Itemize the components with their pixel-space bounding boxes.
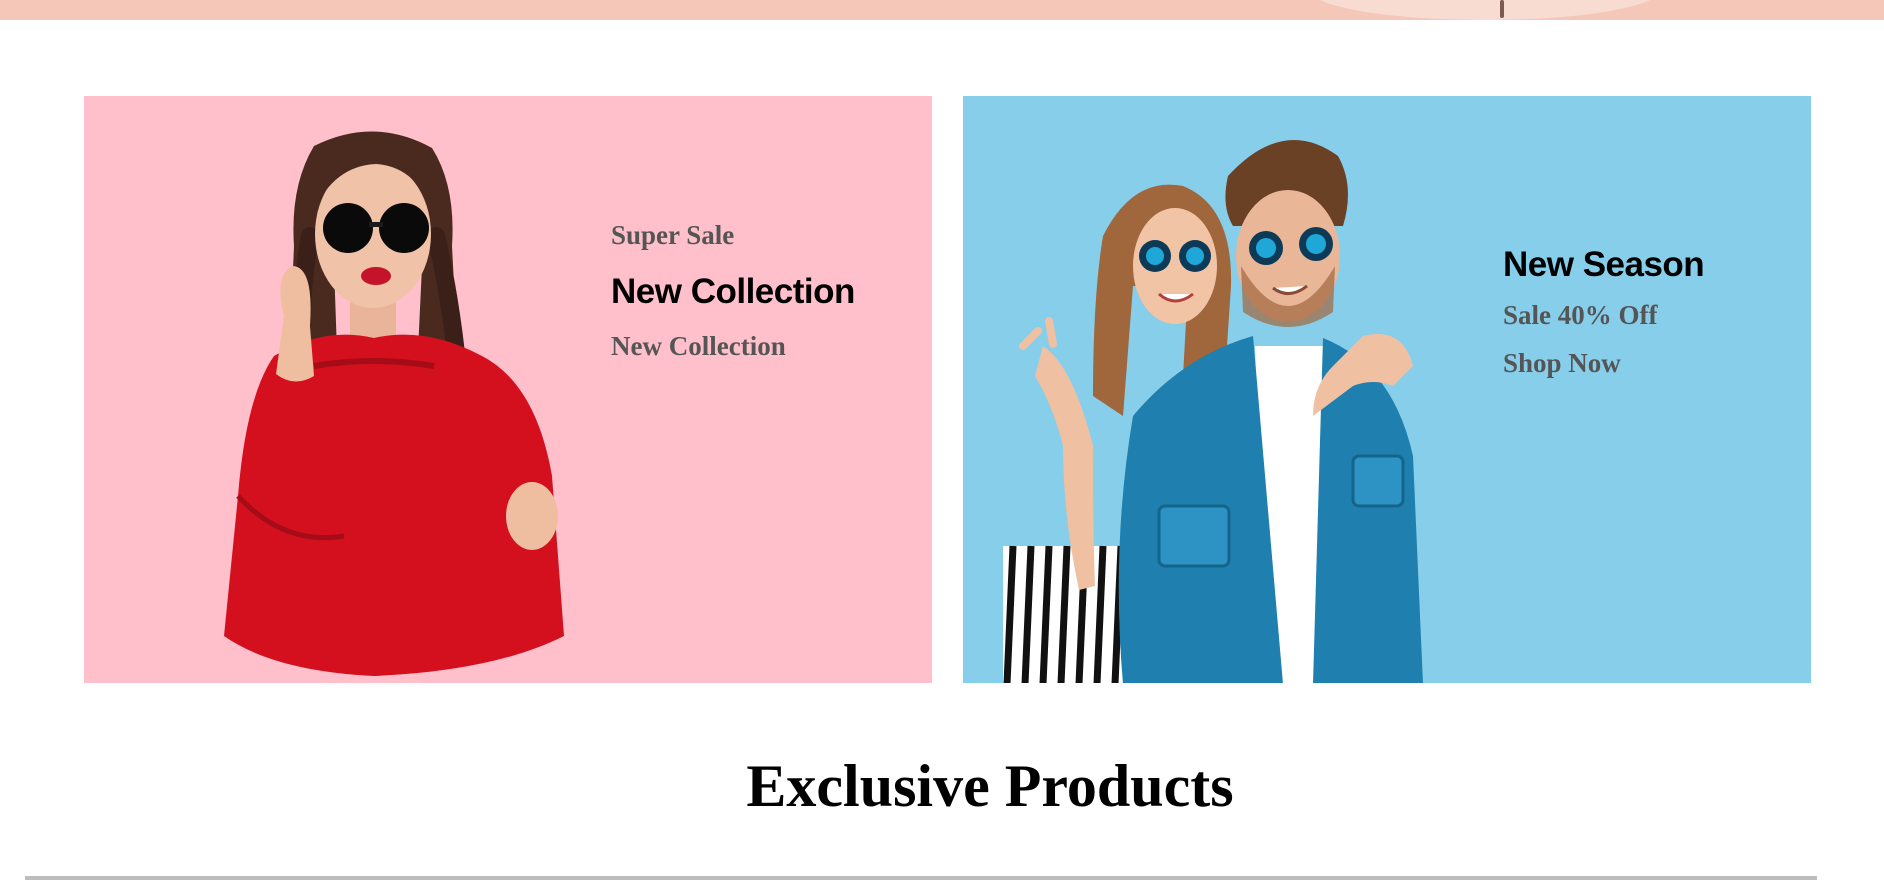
promo-image-woman — [224, 131, 564, 676]
promo-eyebrow: Super Sale — [611, 220, 735, 250]
promo-subtitle: New Collection — [611, 331, 786, 362]
promo-image-couple — [1003, 140, 1423, 683]
promo-title: New Season — [1503, 245, 1705, 284]
promo-text-block: New Season Sale 40% Off Shop Now — [1503, 244, 1705, 379]
section-divider — [25, 876, 1817, 880]
promo-card-new-season[interactable]: New Season Sale 40% Off Shop Now — [963, 96, 1811, 683]
promo-text-block: Super Sale New Collection New Collection — [611, 220, 855, 362]
promo-title: New Collection — [611, 272, 855, 312]
hero-image-edge — [1310, 0, 1660, 20]
promo-card-super-sale[interactable]: Super Sale New Collection New Collection — [84, 96, 932, 683]
top-hero-banner-edge — [0, 0, 1884, 20]
promo-subtitle: Sale 40% Off — [1503, 300, 1658, 330]
section-title: Exclusive Products — [746, 753, 1234, 819]
shop-now-link[interactable]: Shop Now — [1503, 348, 1704, 379]
